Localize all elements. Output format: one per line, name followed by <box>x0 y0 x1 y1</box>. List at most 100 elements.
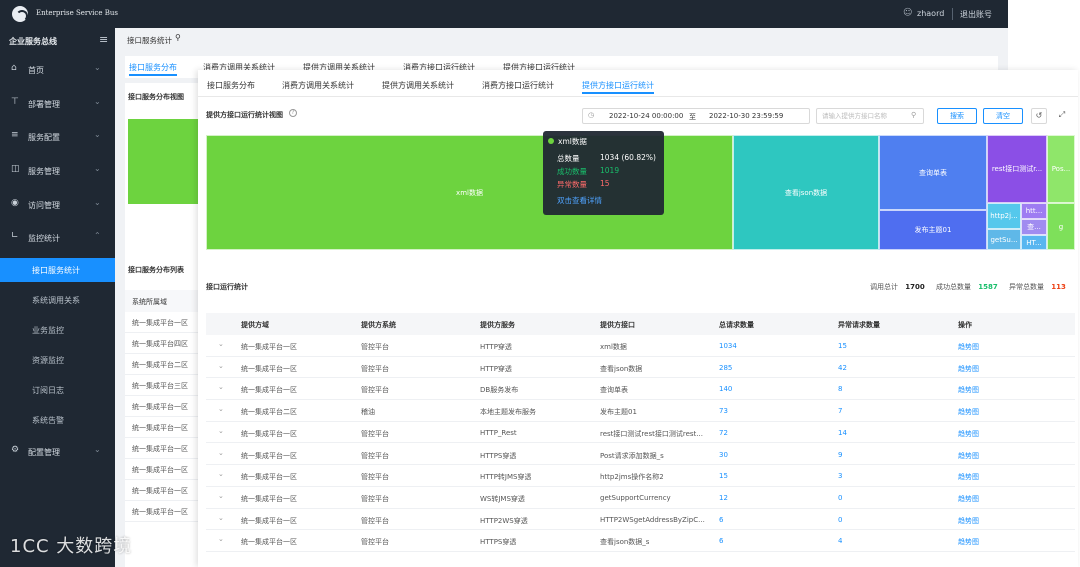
section-title: 接口服务分布列表 <box>128 266 184 274</box>
tab-provider-runtime[interactable]: 提供方接口运行统计 <box>582 80 654 94</box>
table-cell[interactable]: 1034 <box>719 342 737 350</box>
table-cell[interactable]: 140 <box>719 385 732 393</box>
table-cell[interactable]: 15 <box>719 472 728 480</box>
treemap-cell[interactable]: g <box>1047 203 1075 250</box>
refresh-icon[interactable]: ↺ <box>1031 108 1047 124</box>
table-row[interactable]: ⌄ 统一集成平台一区 管控平台 WS转JMS穿透 getSupportCurrency 1… <box>206 487 1075 509</box>
summary-label: 异常总数量 <box>1009 283 1044 291</box>
expand-chevron-icon[interactable]: ⌄ <box>218 449 224 457</box>
trend-chart-link[interactable]: 趋势图 <box>958 451 979 461</box>
expand-chevron-icon[interactable]: ⌄ <box>218 405 224 413</box>
tab-consumer-call-relation[interactable]: 消费方调用关系统计 <box>282 80 354 91</box>
treemap-cell[interactable]: http2j... <box>987 203 1021 229</box>
table-cell[interactable]: 4 <box>838 537 842 545</box>
table-cell: 统一集成平台一区 <box>241 343 297 351</box>
search-button[interactable]: 搜索 <box>937 108 977 124</box>
section-title: 接口运行统计 <box>206 283 248 291</box>
expand-chevron-icon[interactable]: ⌄ <box>218 514 224 522</box>
expand-chevron-icon[interactable]: ⌄ <box>218 535 224 543</box>
table-cell[interactable]: 14 <box>838 429 847 437</box>
treemap-cell[interactable]: Pos... <box>1047 135 1075 203</box>
table-row[interactable]: ⌄ 统一集成平台一区 管控平台 HTTP穿透 xml数据 1034 15 趋势图 <box>206 335 1075 357</box>
trend-chart-link[interactable]: 趋势图 <box>958 342 979 352</box>
treemap-cell[interactable]: htt... <box>1021 203 1047 219</box>
treemap-cell[interactable]: 查... <box>1021 219 1047 235</box>
tab-service-distribution[interactable]: 接口服务分布 <box>207 80 255 91</box>
table-cell[interactable]: 3 <box>838 472 842 480</box>
sidebar-item-service-config[interactable]: ≡ 服务配置 ⌄ <box>0 126 115 148</box>
table-cell[interactable]: 0 <box>838 516 842 524</box>
table-cell[interactable]: 6 <box>719 537 723 545</box>
sidebar-subitem-business-monitor[interactable]: 业务监控 <box>0 318 115 342</box>
tab-consumer-runtime[interactable]: 消费方接口运行统计 <box>482 80 554 91</box>
date-start[interactable]: 2022-10-24 00:00:00 <box>609 112 683 120</box>
table-row[interactable]: ⌄ 统一集成平台一区 管控平台 DB服务发布 查询单表 140 8 趋势图 <box>206 378 1075 401</box>
sidebar-item-access[interactable]: ◉ 访问管理 ⌄ <box>0 194 115 216</box>
sidebar-subitem-interface-stats[interactable]: 接口服务统计 <box>0 258 115 282</box>
table-row: 统一集成平台一区 <box>125 480 200 501</box>
table-cell[interactable]: 12 <box>719 494 728 502</box>
table-row[interactable]: ⌄ 统一集成平台一区 管控平台 HTTP2WS穿透 HTTP2WSgetAddressB… <box>206 509 1075 531</box>
expand-chevron-icon[interactable]: ⌄ <box>218 340 224 348</box>
treemap-cell[interactable]: getSu... <box>987 229 1021 250</box>
trend-chart-link[interactable]: 趋势图 <box>958 429 979 439</box>
sidebar-subitem-system-alert[interactable]: 系统告警 <box>0 408 115 432</box>
sidebar-subitem-resource-monitor[interactable]: 资源监控 <box>0 348 115 372</box>
table-row[interactable]: ⌄ 统一集成平台二区 稽油 本地主题发布服务 发布主题01 73 7 趋势图 <box>206 400 1075 422</box>
expand-chevron-icon[interactable]: ⌄ <box>218 383 224 391</box>
sidebar-item-home[interactable]: ⌂ 首页 ⌄ <box>0 59 115 81</box>
trend-chart-link[interactable]: 趋势图 <box>958 407 979 417</box>
table-row[interactable]: ⌄ 统一集成平台一区 管控平台 HTTP转JMS穿透 http2jms操作名称2 15 3 趋… <box>206 465 1075 487</box>
expand-chevron-icon[interactable]: ⌄ <box>218 427 224 435</box>
search-input[interactable] <box>822 111 908 121</box>
menu-toggle-icon[interactable]: ≡ <box>99 33 108 46</box>
table-row[interactable]: ⌄ 统一集成平台一区 管控平台 HTTPS穿透 Post请求添加数据_s 30 9 趋势图 <box>206 444 1075 466</box>
tab-service-distribution[interactable]: 接口服务分布 <box>129 62 177 76</box>
trend-chart-link[interactable]: 趋势图 <box>958 364 979 374</box>
sidebar-subitem-call-relation[interactable]: 系统调用关系 <box>0 288 115 312</box>
sidebar-item-monitor[interactable]: ∟ 监控统计 ⌃ <box>0 227 115 249</box>
table-cell[interactable]: 73 <box>719 407 728 415</box>
table-cell[interactable]: 7 <box>838 407 842 415</box>
table-cell[interactable]: 72 <box>719 429 728 437</box>
trend-chart-link[interactable]: 趋势图 <box>958 537 979 547</box>
username[interactable]: zhaord <box>917 9 944 18</box>
sidebar-subitem-subscribe-log[interactable]: 订阅日志 <box>0 378 115 402</box>
treemap-cell[interactable]: 发布主题01 <box>879 210 987 250</box>
fullscreen-icon[interactable]: ⤢ <box>1054 108 1070 124</box>
trend-chart-link[interactable]: 趋势图 <box>958 385 979 395</box>
table-cell[interactable]: 6 <box>719 516 723 524</box>
table-row[interactable]: ⌄ 统一集成平台一区 管控平台 HTTP_Rest rest接口测试rest接口测试re… <box>206 422 1075 444</box>
sidebar-item-service-manage[interactable]: ◫ 服务管理 ⌄ <box>0 160 115 182</box>
tab-provider-call-relation[interactable]: 提供方调用关系统计 <box>382 80 454 91</box>
expand-chevron-icon[interactable]: ⌄ <box>218 492 224 500</box>
sidebar-item-deploy[interactable]: ⊤ 部署管理 ⌄ <box>0 93 115 115</box>
trend-chart-link[interactable]: 趋势图 <box>958 494 979 504</box>
expand-chevron-icon[interactable]: ⌄ <box>218 470 224 478</box>
treemap-cell[interactable]: 查询单表 <box>879 135 987 210</box>
date-end[interactable]: 2022-10-30 23:59:59 <box>709 112 783 120</box>
table-row[interactable]: ⌄ 统一集成平台一区 管控平台 HTTPS穿透 查看json数据_s 6 4 趋势图 <box>206 530 1075 552</box>
table-row[interactable]: ⌄ 统一集成平台一区 管控平台 HTTP穿透 查看json数据 285 42 趋势图 <box>206 357 1075 379</box>
table-cell[interactable]: 30 <box>719 451 728 459</box>
date-range-picker[interactable]: ◷ 2022-10-24 00:00:00 至 2022-10-30 23:59… <box>582 108 810 124</box>
table-cell[interactable]: 0 <box>838 494 842 502</box>
treemap-cell[interactable]: 查看json数据 <box>733 135 879 250</box>
trend-chart-link[interactable]: 趋势图 <box>958 472 979 482</box>
table-cell: 管控平台 <box>361 429 389 438</box>
table-cell[interactable]: 42 <box>838 364 847 372</box>
help-icon[interactable]: ? <box>289 109 297 117</box>
table-cell[interactable]: 9 <box>838 451 842 459</box>
treemap-cell[interactable]: rest接口测试r... <box>987 135 1047 203</box>
table-cell[interactable]: 15 <box>838 342 847 350</box>
tooltip-detail-link[interactable]: 双击查看详情 <box>557 195 602 206</box>
table-row: 统一集成平台二区 <box>125 354 200 375</box>
expand-chevron-icon[interactable]: ⌄ <box>218 362 224 370</box>
treemap-cell[interactable]: HT... <box>1021 235 1047 250</box>
trend-chart-link[interactable]: 趋势图 <box>958 516 979 526</box>
clear-button[interactable]: 清空 <box>983 108 1023 124</box>
sidebar-item-config-manage[interactable]: ⚙ 配置管理 ⌄ <box>0 441 115 463</box>
table-cell[interactable]: 8 <box>838 385 842 393</box>
table-cell[interactable]: 285 <box>719 364 732 372</box>
logout-link[interactable]: 退出账号 <box>960 9 992 20</box>
